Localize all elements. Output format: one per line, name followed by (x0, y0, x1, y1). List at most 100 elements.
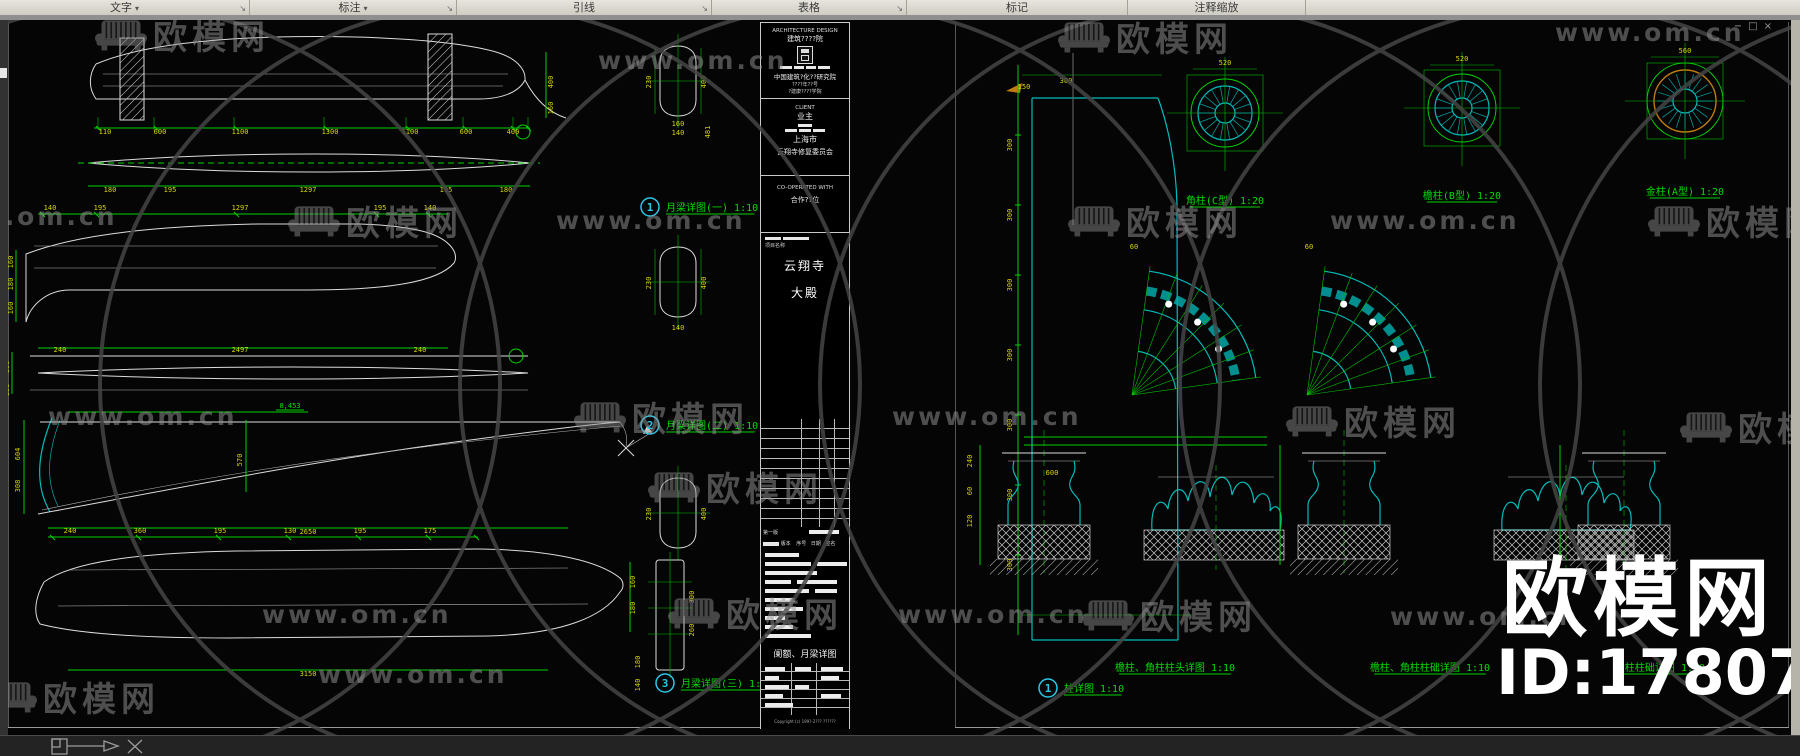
restore-button[interactable]: □ (1748, 21, 1763, 32)
moon-beam-detail-1 (89, 33, 567, 132)
dimension-text: 300 (688, 591, 696, 604)
fan-radial-line (1131, 376, 1261, 396)
petal-line (1441, 114, 1455, 126)
fan-marker (1215, 345, 1223, 353)
ribbon-panel-dimension[interactable]: 标注 (250, 0, 457, 15)
dimension-text: 520 (1456, 55, 1469, 63)
coop-cn: 合作??位 (790, 196, 820, 204)
ribbon-panel-table[interactable]: 表格 (712, 0, 907, 15)
redacted-bar (765, 571, 817, 575)
ribbon-bar: 文字 标注 引线 表格 标记 注释缩放 (0, 0, 1800, 16)
redacted-bar (765, 553, 799, 557)
fan-radial-line (1131, 324, 1242, 396)
project-hall: 大殿 (790, 286, 819, 300)
panel-launcher-icon[interactable] (446, 1, 453, 16)
minimize-button[interactable]: − (1734, 21, 1748, 32)
petal-line (1229, 121, 1239, 137)
moon-beam-detail-2 (15, 211, 456, 349)
petal-line (1471, 98, 1488, 105)
petal-line (1234, 103, 1251, 110)
dimension-text: 150 (1018, 83, 1031, 91)
left-annotations: 110 600 1100 1300 1100 600 400400160180 195 1297… (8, 76, 773, 693)
dimension-text: 195 (440, 186, 453, 194)
chevron-down-icon[interactable] (360, 1, 367, 14)
petal-line (1456, 81, 1461, 99)
moon-beam-detail-3-lower (35, 534, 631, 671)
ribbon-panel-annotation-scaling[interactable]: 注释缩放 (1128, 0, 1306, 15)
petal-line (1211, 121, 1221, 137)
petal-line (1436, 111, 1453, 118)
beam-lens-profile (78, 153, 540, 187)
petal-line (1694, 84, 1708, 95)
dimension-text: 180 (629, 602, 637, 615)
detail-title: 檐柱、角柱柱础详图 1:10 (1370, 661, 1490, 674)
ribbon-panel-markup[interactable]: 标记 (907, 0, 1128, 15)
dimension-text: 300 (1006, 489, 1014, 502)
fan-marker (1165, 300, 1173, 308)
ucs-paper-icon (51, 738, 143, 755)
dimension-text: 120 (966, 515, 974, 528)
dimension-text: 308 (14, 480, 22, 493)
dimension-text: 604 (14, 448, 22, 461)
panel-launcher-icon[interactable] (701, 1, 708, 16)
dimension-text: 1297 (232, 204, 249, 212)
revision-grid (761, 419, 849, 527)
ribbon-panel-label: 标记 (1006, 1, 1028, 14)
dimension-text: 1297 (300, 186, 317, 194)
dimension-text: 240 (414, 346, 427, 354)
dimension-text: 300 (1060, 77, 1073, 85)
panel-launcher-icon[interactable] (239, 1, 246, 16)
detail-label: 柱详图 1:10 (1064, 682, 1124, 695)
dimension-text: 195 (354, 527, 367, 535)
dimension-text: 400 (507, 128, 520, 136)
callout-number: 1 (647, 201, 654, 214)
petal-line (1219, 122, 1224, 140)
column-base-sections (979, 429, 1679, 576)
status-bar (0, 735, 1800, 756)
petal-line (1232, 95, 1246, 107)
ribbon-panel-text[interactable]: 文字 (0, 0, 250, 15)
dimension-text: 195 (374, 204, 387, 212)
petal-line (1463, 81, 1468, 99)
petal-line (1448, 84, 1458, 100)
dimension-text: 400 (700, 76, 708, 89)
dimension-text: 240 (54, 346, 67, 354)
dimension-text: 160 (8, 302, 15, 315)
petal-line (1469, 114, 1483, 126)
detail-title: 金柱柱础详图 1:10 (1615, 661, 1705, 674)
dimension-text: 180 (8, 278, 15, 291)
app-window: 文字 标注 引线 表格 标记 注释缩放 −□× (0, 0, 1800, 756)
petal-line (1199, 103, 1216, 110)
panel-launcher-icon[interactable] (896, 1, 903, 16)
scrollbar-strip[interactable] (1791, 20, 1800, 735)
institute-line1: 中国建筑?化??研究院 (773, 73, 837, 81)
dimension-text: 360 (134, 527, 147, 535)
dimension-text: 2497 (232, 346, 249, 354)
petal-line (1471, 111, 1488, 118)
close-button[interactable]: × (1764, 21, 1778, 32)
firm-logo (797, 46, 813, 64)
project-label: 项目名称 (765, 243, 786, 249)
dimension-text: 180 (104, 186, 117, 194)
revision-col-0: 序号 (796, 541, 807, 547)
dimension-text: 1100 (232, 128, 249, 136)
right-drawing-viewport[interactable]: 150 300 300 300 300 300 300 300 300 600 520 520 560 6… (962, 25, 1790, 735)
ribbon-panel-leader[interactable]: 引线 (457, 0, 712, 15)
redacted-bar (817, 562, 847, 566)
left-edge-marker (0, 68, 7, 78)
dimension-text: 2650 (300, 528, 317, 536)
dimension-text: 300 (1006, 559, 1014, 572)
dimension-text: 160 (672, 120, 685, 128)
title-block: ARCHITECTURE DESIGN 建筑????院 中国建筑?化??研究院 … (760, 22, 850, 729)
dimension-text: 140 (672, 324, 685, 332)
left-window-edge (0, 20, 8, 735)
dimension-text: 175 (424, 527, 437, 535)
petal-line (1691, 110, 1702, 124)
viewport-divider (955, 22, 956, 728)
chevron-down-icon[interactable] (132, 1, 139, 14)
beam-plan-lines (11, 124, 531, 394)
petal-line (1688, 74, 1694, 90)
dimension-text: 230 (645, 76, 653, 89)
dimension-text: 195 (164, 186, 177, 194)
detail-title: 金柱(A型) 1:20 (1646, 185, 1724, 198)
